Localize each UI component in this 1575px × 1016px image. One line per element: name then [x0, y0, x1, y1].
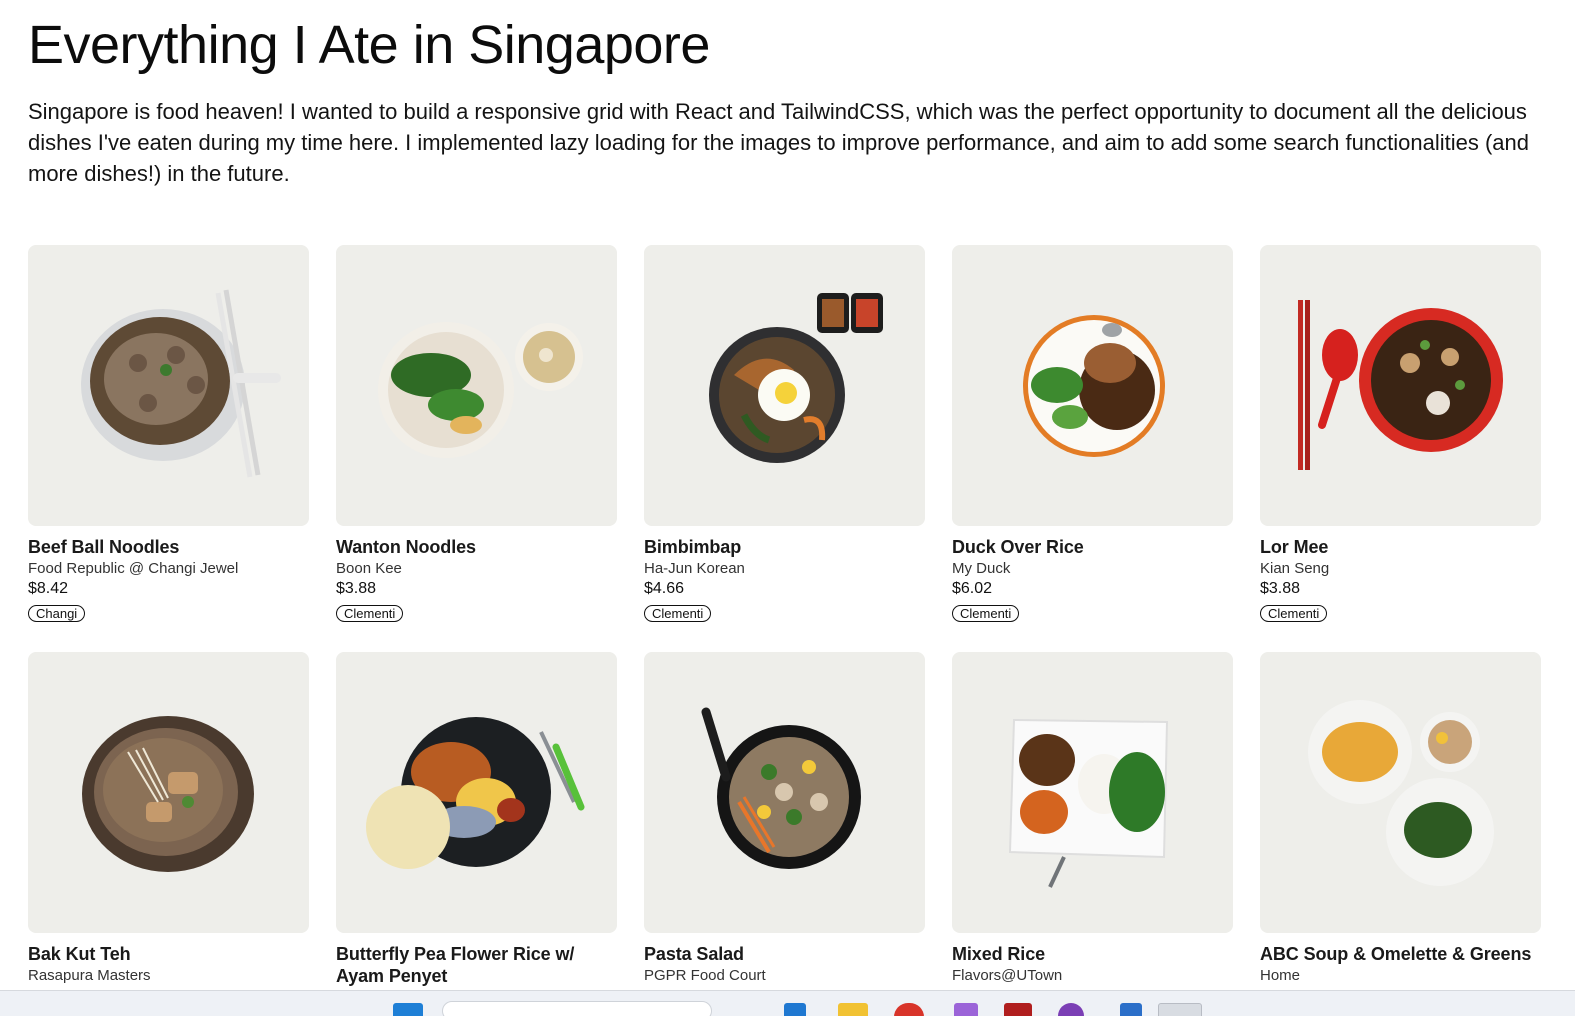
dish-place: Home — [1260, 967, 1301, 984]
food-card[interactable]: Bimbimbap Ha-Jun Korean $4.66 Clementi — [644, 245, 925, 625]
windows-icon[interactable] — [393, 1003, 423, 1016]
food-photo[interactable] — [28, 652, 309, 933]
dish-price: $4.66 — [644, 580, 685, 597]
browser-icon[interactable] — [784, 1003, 806, 1016]
food-photo[interactable] — [644, 245, 925, 526]
food-card[interactable]: Mixed Rice Flavors@UTown — [952, 652, 1233, 990]
dish-name: Beef Ball Noodles — [28, 537, 180, 557]
food-card[interactable]: Pasta Salad PGPR Food Court — [644, 652, 925, 990]
food-photo[interactable] — [28, 245, 309, 526]
page: Everything I Ate in Singapore Singapore … — [0, 0, 1575, 990]
dish-price: $6.02 — [952, 580, 993, 597]
dish-name: Lor Mee — [1260, 537, 1329, 557]
food-card[interactable]: Wanton Noodles Boon Kee $3.88 Clementi — [336, 245, 617, 625]
food-photo[interactable] — [1260, 245, 1541, 526]
app-icon[interactable] — [1004, 1003, 1032, 1016]
dish-place: My Duck — [952, 560, 1011, 577]
dish-name: Pasta Salad — [644, 944, 744, 964]
dish-name: Bak Kut Teh — [28, 944, 131, 964]
dish-place: Ha-Jun Korean — [644, 560, 745, 577]
app-icon[interactable] — [1158, 1003, 1202, 1016]
food-card[interactable]: Bak Kut Teh Rasapura Masters — [28, 652, 309, 990]
dish-price: $8.42 — [28, 580, 69, 597]
dish-place: PGPR Food Court — [644, 967, 766, 984]
food-card[interactable]: Lor Mee Kian Seng $3.88 Clementi — [1260, 245, 1541, 625]
location-tag[interactable]: Clementi — [336, 605, 404, 622]
dish-price: $3.88 — [336, 580, 377, 597]
food-photo[interactable] — [952, 245, 1233, 526]
taskbar — [0, 990, 1575, 1016]
dish-name: Mixed Rice — [952, 944, 1046, 964]
app-icon[interactable] — [1058, 1003, 1084, 1016]
location-tag[interactable]: Clementi — [644, 605, 712, 622]
location-tag[interactable]: Clementi — [952, 605, 1020, 622]
app-icon[interactable] — [1120, 1003, 1142, 1016]
food-photo[interactable] — [336, 652, 617, 933]
food-card[interactable]: Beef Ball Noodles Food Republic @ Changi… — [28, 245, 309, 625]
dish-place: Flavors@UTown — [952, 967, 1063, 984]
dish-place: Kian Seng — [1260, 560, 1330, 577]
food-card[interactable]: Butterfly Pea Flower Rice w/ Ayam Penyet — [336, 652, 617, 990]
search-bar[interactable] — [442, 1001, 712, 1016]
dish-place: Rasapura Masters — [28, 967, 151, 984]
dish-name: Bimbimbap — [644, 537, 742, 557]
food-photo[interactable] — [952, 652, 1233, 933]
dish-place: Food Republic @ Changi Jewel — [28, 560, 239, 577]
dish-name: Butterfly Pea Flower Rice w/ Ayam Penyet — [336, 944, 575, 986]
dish-place: Boon Kee — [336, 560, 402, 577]
food-photo[interactable] — [336, 245, 617, 526]
intro-paragraph: Singapore is food heaven! I wanted to bu… — [28, 99, 1529, 186]
food-photo[interactable] — [644, 652, 925, 933]
dish-name: ABC Soup & Omelette & Greens — [1260, 944, 1532, 964]
file-explorer-icon[interactable] — [838, 1003, 868, 1016]
app-icon[interactable] — [954, 1003, 978, 1016]
food-card[interactable]: ABC Soup & Omelette & Greens Home — [1260, 652, 1541, 990]
dish-name: Wanton Noodles — [336, 537, 476, 557]
food-card[interactable]: Duck Over Rice My Duck $6.02 Clementi — [952, 245, 1233, 625]
page-title: Everything I Ate in Singapore — [28, 15, 710, 75]
dish-name: Duck Over Rice — [952, 537, 1084, 557]
food-photo[interactable] — [1260, 652, 1541, 933]
app-icon[interactable] — [894, 1003, 924, 1016]
location-tag[interactable]: Changi — [28, 605, 86, 622]
food-grid: Beef Ball Noodles Food Republic @ Changi… — [28, 245, 1541, 990]
location-tag[interactable]: Clementi — [1260, 605, 1328, 622]
dish-price: $3.88 — [1260, 580, 1301, 597]
